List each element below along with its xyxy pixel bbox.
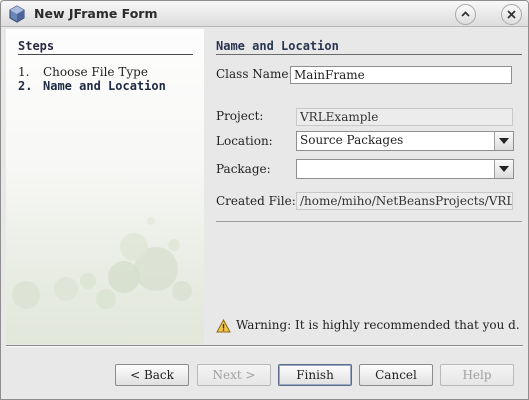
window-title: New JFrame Form	[34, 6, 158, 21]
content-panel: Name and Location Class Name: MainFrame …	[210, 29, 524, 344]
class-name-label: Class Name:	[216, 67, 293, 81]
project-label: Project:	[216, 109, 264, 123]
step-label: Choose File Type	[43, 65, 148, 79]
warning-icon	[216, 319, 231, 333]
section-divider	[216, 54, 522, 55]
cube-icon	[9, 5, 25, 23]
help-button[interactable]: Help	[440, 364, 514, 386]
warning-message: Warning: It is highly recommended that y…	[216, 318, 520, 334]
back-button-label: < Back	[130, 368, 174, 382]
title-bar[interactable]: New JFrame Form	[1, 1, 528, 27]
help-button-label: Help	[462, 368, 492, 382]
step-number: 1.	[18, 65, 30, 79]
warning-text: Warning: It is highly recommended that y…	[236, 318, 520, 332]
button-bar-divider-highlight	[6, 346, 523, 347]
class-name-field[interactable]: MainFrame	[290, 66, 512, 84]
next-button[interactable]: Next >	[197, 364, 271, 386]
restore-button[interactable]	[455, 4, 476, 25]
package-label: Package:	[216, 162, 271, 176]
steps-panel: Steps 1. Choose File Type 2. Name and Loca…	[6, 29, 204, 344]
cancel-button[interactable]: Cancel	[359, 364, 433, 386]
steps-heading: Steps	[18, 39, 55, 53]
location-value: Source Packages	[300, 133, 404, 147]
close-button[interactable]	[501, 4, 522, 25]
finish-button[interactable]: Finish	[278, 364, 352, 386]
next-button-label: Next >	[212, 368, 256, 382]
back-button[interactable]: < Back	[115, 364, 189, 386]
created-file-label: Created File:	[216, 194, 296, 208]
close-icon	[507, 10, 516, 19]
content-divider	[216, 221, 522, 222]
package-dropdown-button[interactable]	[494, 160, 513, 178]
created-file-field[interactable]: /home/miho/NetBeansProjects/VRLExample	[296, 192, 513, 210]
step-number: 2.	[18, 79, 33, 93]
section-title: Name and Location	[216, 39, 339, 53]
new-jframe-form-dialog: New JFrame Form Steps 1. Choose File Typ…	[0, 0, 529, 400]
step-label: Name and Location	[43, 79, 166, 93]
bubbles-decoration	[12, 217, 192, 309]
location-dropdown[interactable]: Source Packages	[296, 131, 514, 151]
chevron-down-icon	[499, 166, 509, 172]
finish-button-label: Finish	[296, 368, 334, 382]
steps-divider	[18, 54, 193, 55]
chevron-up-icon	[461, 11, 470, 17]
step-item: 1. Choose File Type	[18, 65, 148, 79]
step-item-active: 2. Name and Location	[18, 79, 166, 93]
project-field[interactable]: VRLExample	[296, 108, 513, 126]
package-combobox[interactable]	[296, 159, 514, 179]
chevron-down-icon	[499, 138, 509, 144]
location-label: Location:	[216, 134, 273, 148]
cancel-button-label: Cancel	[375, 368, 417, 382]
location-dropdown-button[interactable]	[494, 132, 513, 150]
